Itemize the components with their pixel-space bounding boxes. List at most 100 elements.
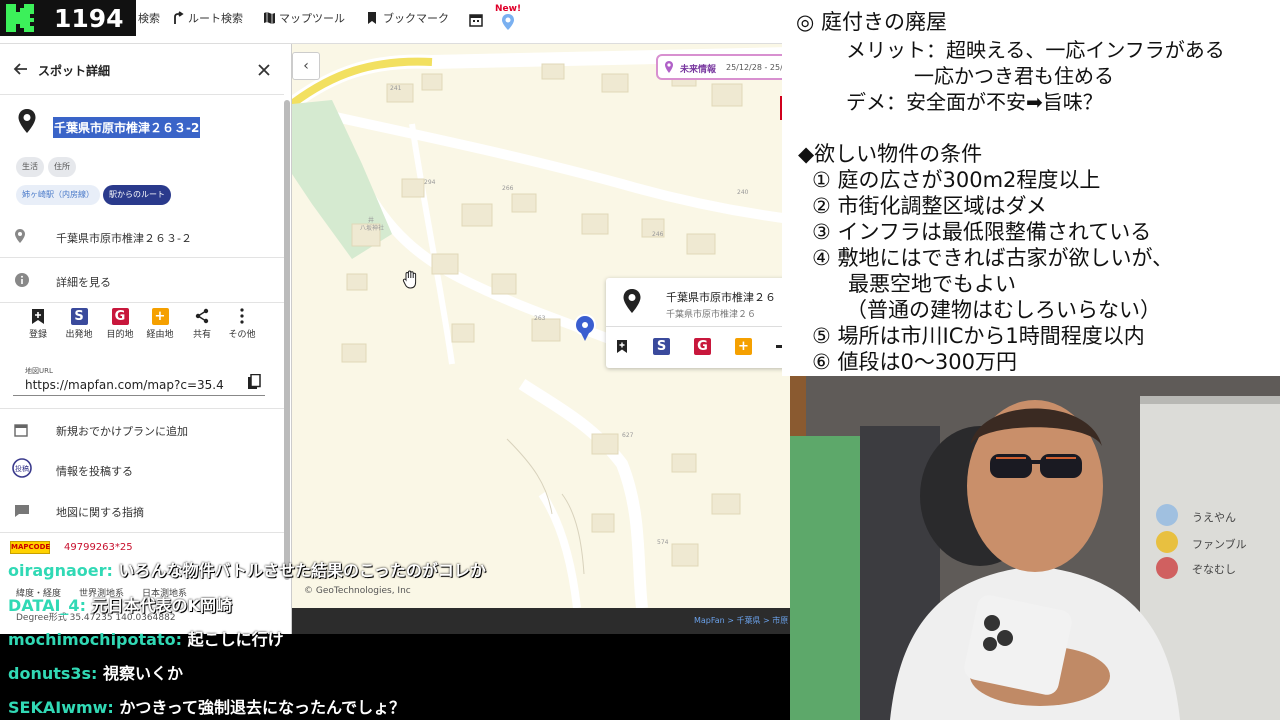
- chat-message: mochimochipotato: 起こしに行け: [8, 626, 284, 650]
- map-label: 井: [368, 216, 374, 224]
- mapcode-logo: MAPCODE: [10, 541, 50, 554]
- map-toolbar: 1194 検索 ルート検索 マップツール ブックマーク New!: [0, 0, 782, 44]
- panel-scrollbar[interactable]: [284, 100, 290, 580]
- chip-address[interactable]: 住所: [48, 157, 76, 177]
- chat-username: mochimochipotato:: [8, 630, 182, 649]
- notes-panel: ◎ 庭付きの廃屋 メリット：超映える、一応インフラがある 一応かつき君も住める …: [782, 0, 1280, 376]
- popup-address: 千葉県市原市椎津２６: [666, 310, 757, 320]
- details-row[interactable]: 詳細を見る: [0, 266, 284, 296]
- chat-message: SEKAIwmw: かつきって強制退去になったんでしょ？: [8, 694, 405, 718]
- share-icon: [194, 308, 211, 325]
- map-label: 294: [424, 179, 436, 186]
- start-s-icon: S: [70, 308, 88, 325]
- future-info-pill[interactable]: 未来情報 25/12/28 - 25/: [656, 54, 792, 80]
- action-label: 共有: [192, 330, 211, 340]
- chat-username: oiragnaoer:: [8, 561, 113, 580]
- action-waypoint[interactable]: + 経由地: [140, 308, 180, 340]
- chat-message: donuts3s: 視察いくか: [8, 660, 183, 684]
- webcam-label: ぞなむし: [1192, 563, 1236, 576]
- viewer-counter: 1194: [0, 0, 136, 36]
- address-row: 千葉県市原市椎津２６３-２: [0, 222, 284, 252]
- divider: [0, 408, 284, 409]
- location-pin-icon: [17, 108, 37, 138]
- close-icon[interactable]: [257, 62, 271, 81]
- notes-line: ⑥ 値段は0～300万円: [812, 350, 1017, 374]
- info-icon: [14, 272, 30, 292]
- details-text: 詳細を見る: [56, 276, 111, 289]
- map-label: 246: [652, 231, 664, 238]
- svg-text:投稿: 投稿: [15, 464, 29, 473]
- action-label: 経由地: [146, 330, 174, 340]
- webcam-label: うえやん: [1192, 511, 1236, 524]
- map-credit: © GeoTechnologies, Inc: [304, 586, 411, 596]
- waypoint-plus-icon[interactable]: +: [735, 338, 752, 355]
- bookmark-add-icon: [30, 308, 47, 325]
- collapse-panel-button[interactable]: ‹: [292, 52, 320, 80]
- chip-station[interactable]: 姉ヶ崎駅（内房線）: [16, 185, 100, 205]
- calendar-icon[interactable]: [469, 12, 483, 31]
- stream-screen: 1194 検索 ルート検索 マップツール ブックマーク New! スポット詳細 …: [0, 0, 1280, 720]
- action-start[interactable]: S 出発地: [59, 308, 99, 340]
- chat-text: 視察いくか: [103, 664, 184, 683]
- menu-post-info[interactable]: 投稿 情報を投稿する: [0, 456, 284, 486]
- bookmark-add-icon[interactable]: [616, 339, 628, 358]
- map-label: 263: [534, 315, 546, 322]
- toolbar-search[interactable]: 検索: [138, 10, 160, 26]
- chip-category[interactable]: 生活: [16, 157, 44, 177]
- divider: [0, 302, 284, 303]
- spot-detail-panel: スポット詳細 千葉県市原市椎津２６３-2 生活 住所 姉ヶ崎駅（内房線） 駅から…: [0, 44, 292, 634]
- hand-cursor-icon: [402, 270, 420, 294]
- map-label: 八坂神社: [360, 224, 384, 232]
- future-info-date: 25/12/28 - 25/: [726, 63, 783, 72]
- chat-message: oiragnaoer: いろんな物件バトルさせた結果のこったのがコレか: [8, 557, 486, 581]
- toolbar-maptool[interactable]: マップツール: [263, 10, 345, 26]
- action-goal[interactable]: G 目的地: [100, 308, 140, 340]
- divider: [606, 326, 790, 327]
- map-icon: [263, 11, 275, 25]
- more-icon: [234, 308, 251, 325]
- notes-line: メリット：超映える、一応インフラがある: [846, 38, 1225, 62]
- goal-g-icon[interactable]: G: [694, 338, 711, 355]
- copy-icon[interactable]: [247, 373, 261, 394]
- chat-text: かつきって強制退去になったんでしょ？: [119, 698, 406, 717]
- menu-add-plan[interactable]: 新規おでかけプランに追加: [0, 416, 284, 446]
- post-icon: 投稿: [12, 458, 32, 482]
- chip-route-from-station[interactable]: 駅からのルート: [103, 185, 171, 205]
- start-s-icon[interactable]: S: [653, 338, 670, 355]
- future-info-pin-icon[interactable]: [501, 13, 515, 35]
- menu-label: 地図に関する指摘: [56, 506, 144, 519]
- comment-icon: [14, 503, 30, 522]
- map-label: 240: [737, 189, 749, 196]
- chat-message: DATAI_4: 元日本代表のK岡崎: [8, 592, 232, 616]
- spot-address-title: 千葉県市原市椎津２６３-2: [53, 117, 201, 138]
- notes-line: ◎ 庭付きの廃屋: [796, 10, 947, 34]
- webcam-feed: うえやん ファンブル ぞなむし: [790, 376, 1280, 720]
- action-share[interactable]: 共有: [182, 308, 222, 340]
- chat-username: DATAI_4:: [8, 596, 86, 615]
- calendar-plan-icon: [14, 422, 28, 441]
- goal-g-icon: G: [111, 308, 129, 325]
- location-pin-icon: [622, 288, 642, 318]
- toolbar-bookmark-label: ブックマーク: [383, 12, 449, 25]
- action-more[interactable]: その他: [222, 308, 262, 340]
- map-popup[interactable]: 千葉県市原市椎津２６ 千葉県市原市椎津２６ S G +: [606, 278, 790, 368]
- map-label: 241: [390, 85, 402, 92]
- chat-text: いろんな物件バトルさせた結果のこったのがコレか: [118, 561, 486, 580]
- popup-name: 千葉県市原市椎津２６: [666, 291, 776, 304]
- notes-line: 一応かつき君も住める: [914, 64, 1114, 88]
- toolbar-bookmark[interactable]: ブックマーク: [367, 10, 449, 26]
- notes-line: デメ：安全面が不安➡旨味？: [846, 90, 1103, 114]
- toolbar-route[interactable]: ルート検索: [172, 10, 243, 26]
- viewer-count: 1194: [54, 3, 124, 33]
- back-arrow-icon[interactable]: [12, 61, 28, 80]
- action-label: 登録: [28, 330, 47, 340]
- action-register[interactable]: 登録: [18, 308, 58, 340]
- breadcrumb[interactable]: MapFan > 千葉県 > 市原: [694, 615, 788, 626]
- chat-username: donuts3s:: [8, 664, 98, 683]
- bookmark-icon: [367, 11, 379, 25]
- map-url-field[interactable]: https://mapfan.com/map?c=35.4: [13, 373, 265, 396]
- map-url-value[interactable]: https://mapfan.com/map?c=35.4: [25, 378, 241, 392]
- divider: [0, 94, 284, 95]
- menu-map-report[interactable]: 地図に関する指摘: [0, 497, 284, 527]
- address-text: 千葉県市原市椎津２６３-２: [56, 232, 192, 245]
